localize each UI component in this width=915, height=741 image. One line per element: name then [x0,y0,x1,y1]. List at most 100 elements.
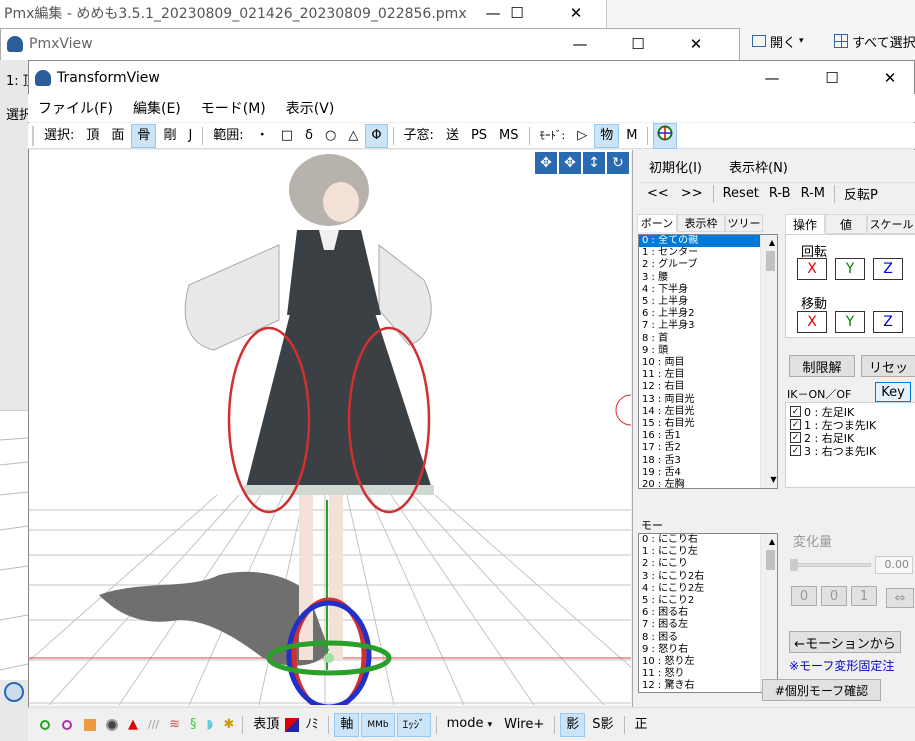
menu-mode[interactable]: モード(M) [191,98,276,118]
rotate-y-button[interactable]: Y [835,258,865,280]
rotate-x-button[interactable]: X [797,258,827,280]
tab-operation[interactable]: 操作 [785,214,825,234]
bone-item-0[interactable]: 0 : 全ての親 [639,235,777,248]
morph-item[interactable]: 8 : 困る [639,632,777,644]
subwin-ps[interactable]: PS [466,125,492,147]
move-z-button[interactable]: Z [873,311,903,333]
transform-minimize-icon[interactable]: — [749,63,795,93]
flip-button[interactable]: 反転P [844,184,878,203]
change-slider[interactable] [790,559,871,571]
wire-icon[interactable]: /// [148,718,159,731]
subwin-send[interactable]: 送 [441,125,464,147]
reset-button[interactable]: Reset [723,186,759,201]
checkbox-checked-icon[interactable]: ✓ [790,445,801,456]
tab-bone[interactable]: ボーン [637,214,677,232]
morph-list-scrollbar[interactable]: ▲ [760,534,777,692]
change-button-1[interactable]: 1 [851,586,877,606]
bone-item[interactable]: 18 : 舌3 [639,455,777,467]
move-xy-icon[interactable]: ✥ [535,152,557,174]
next-button[interactable]: >> [681,186,703,201]
bone-item[interactable]: 9 : 頭 [639,345,777,357]
scroll-thumb[interactable] [766,251,775,271]
change-button-0a[interactable]: 0 [791,586,817,606]
bone-item[interactable]: 14 : 左目光 [639,406,777,418]
mode-dropdown[interactable]: mode ▾ [442,713,498,736]
mode-physics[interactable]: 物 [594,123,620,148]
render-icon-8[interactable]: § [190,717,197,732]
checkbox-checked-icon[interactable]: ✓ [790,419,801,430]
tab-tree[interactable]: ツリー [725,214,763,232]
swap-icon[interactable]: ⇔ [886,588,914,608]
subwin-ms[interactable]: MS [494,125,523,147]
rm-button[interactable]: R-M [801,186,825,201]
bone-item[interactable]: 1 : センター [639,247,777,259]
triangle-icon[interactable]: ▲ [128,717,138,732]
target-icon[interactable] [653,122,678,149]
tab-frame[interactable]: 表示枠 [677,214,725,232]
range-triangle[interactable]: △ [343,125,363,147]
morph-item[interactable]: 1 : にこり左 [639,546,777,558]
pmxview-select-fragment[interactable]: 選択 [6,104,28,123]
select-face[interactable]: 面 [106,125,129,147]
transform-close-icon[interactable]: ✕ [867,63,913,93]
bone-item[interactable]: 2 : グルーブ [639,259,777,271]
bone-item[interactable]: 6 : 上半身2 [639,308,777,320]
move-x-button[interactable]: X [797,311,827,333]
transform-maximize-icon[interactable]: ☐ [809,63,855,93]
morph-item[interactable]: 12 : 驚き右 [639,680,777,692]
render-icon-9[interactable]: ◗ [207,717,214,732]
front-button[interactable]: 正 [630,714,653,736]
open-button[interactable]: 開く ▾ [752,30,804,52]
bone-item[interactable]: 5 : 上半身 [639,296,777,308]
pmxview-maximize-icon[interactable]: ☐ [615,29,661,59]
init-button[interactable]: 初期化(I) [649,157,702,176]
range-rect[interactable]: □ [276,125,298,147]
pmxview-minimize-icon[interactable]: — [557,29,603,59]
color-icon[interactable] [285,717,300,732]
edge-button[interactable]: ｴｯｼﾞ [396,712,431,737]
mmb-button[interactable]: MMb [361,712,395,737]
bone-item[interactable]: 11 : 左目 [639,369,777,381]
range-circle[interactable]: ○ [320,125,341,147]
normal-button[interactable]: ﾉﾐ [300,714,323,736]
morph-item[interactable]: 3 : にこり2右 [639,571,777,583]
wire-plus-button[interactable]: Wire+ [499,714,549,736]
render-icon-10[interactable]: ✱ [223,717,234,732]
menu-view[interactable]: 表示(V) [276,98,345,118]
morph-item[interactable]: 4 : にこり2左 [639,583,777,595]
bone-item[interactable]: 4 : 下半身 [639,284,777,296]
select-bone[interactable]: 骨 [131,123,157,148]
select-rigid[interactable]: 剛 [158,125,181,147]
render-icon-4[interactable] [106,718,118,731]
menu-edit[interactable]: 編集(E) [123,98,191,118]
tab-value[interactable]: 値 [825,214,867,234]
select-all-button[interactable]: すべて選択 [834,30,915,52]
pmxview-bottom-icon[interactable] [4,682,24,702]
limit-release-button[interactable]: 制限解 [789,355,855,377]
rotate-icon[interactable]: ↻ [607,152,629,174]
rotate-z-button[interactable]: Z [873,258,903,280]
ik-item[interactable]: ✓ 3 : 右つま先IK [790,444,915,458]
range-phi[interactable]: Φ [365,123,388,148]
bone-list[interactable]: 0 : 全ての親 1 : センター 2 : グルーブ 3 : 腰 4 : 下半身… [638,234,778,489]
move-y-button[interactable]: Y [835,311,865,333]
bone-item[interactable]: 8 : 首 [639,333,777,345]
scroll-up-icon[interactable]: ▲ [764,235,777,251]
range-point[interactable]: ・ [251,125,274,147]
bone-item[interactable]: 3 : 腰 [639,272,777,284]
reset-small-button[interactable]: リセッ [861,355,915,377]
rb-button[interactable]: R-B [769,186,791,201]
morph-item[interactable]: 5 : にこり2 [639,595,777,607]
prev-button[interactable]: << [647,186,669,201]
bone-item[interactable]: 20 : 左胸 [639,479,777,488]
bone-item[interactable]: 17 : 舌2 [639,442,777,454]
morph-item[interactable]: 6 : 困る右 [639,607,777,619]
viewport[interactable]: ✥ ✥ ↕ ↻ [29,150,631,705]
scroll-thumb[interactable] [766,550,775,570]
pmxview-close-icon[interactable]: ✕ [673,29,719,59]
axis-button[interactable]: 軸 [334,712,360,737]
scroll-up-icon[interactable]: ▲ [764,534,777,550]
bone-item[interactable]: 7 : 上半身3 [639,320,777,332]
pmx-maximize-icon[interactable]: ☐ [494,0,540,26]
frame-button[interactable]: 表示枠(N) [729,157,788,176]
